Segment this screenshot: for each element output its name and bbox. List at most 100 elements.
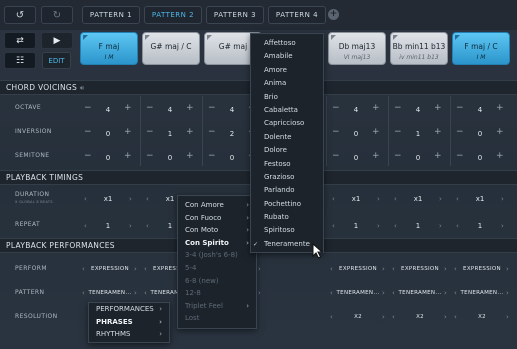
- decrement-button[interactable]: −: [456, 151, 464, 161]
- chord-card[interactable]: G# maj / C: [142, 32, 200, 65]
- menu-item[interactable]: Anima: [251, 77, 323, 90]
- decrement-button[interactable]: −: [84, 151, 92, 161]
- menu-item[interactable]: PERFORMANCES ›: [89, 303, 169, 316]
- menu-item[interactable]: Rubato: [251, 211, 323, 224]
- decrement-button[interactable]: −: [456, 127, 464, 137]
- next-chevron-icon[interactable]: ›: [439, 222, 442, 230]
- next-chevron-icon[interactable]: ›: [377, 195, 380, 203]
- increment-button[interactable]: +: [124, 151, 132, 161]
- previous-chevron-icon[interactable]: ‹: [84, 195, 87, 203]
- decrement-button[interactable]: −: [394, 127, 402, 137]
- decrement-button[interactable]: −: [332, 151, 340, 161]
- menu-item[interactable]: Amore: [251, 64, 323, 77]
- next-chevron-icon[interactable]: ›: [506, 265, 509, 273]
- add-pattern-button[interactable]: +: [328, 9, 339, 20]
- previous-chevron-icon[interactable]: ‹: [394, 195, 397, 203]
- menu-item[interactable]: Dolente: [251, 131, 323, 144]
- increment-button[interactable]: +: [124, 127, 132, 137]
- next-chevron-icon[interactable]: ›: [506, 289, 509, 297]
- next-chevron-icon[interactable]: ›: [444, 289, 447, 297]
- increment-button[interactable]: +: [496, 151, 504, 161]
- chord-card[interactable]: Db maj13 VI maj13: [328, 32, 386, 65]
- menu-item[interactable]: Parlando: [251, 184, 323, 197]
- next-chevron-icon[interactable]: ›: [382, 289, 385, 297]
- increment-button[interactable]: +: [372, 103, 380, 113]
- next-chevron-icon[interactable]: ›: [382, 265, 385, 273]
- previous-chevron-icon[interactable]: ‹: [454, 313, 457, 321]
- undo-button[interactable]: ↺: [4, 6, 36, 24]
- previous-chevron-icon[interactable]: ‹: [144, 265, 147, 273]
- increment-button[interactable]: +: [372, 127, 380, 137]
- increment-button[interactable]: +: [186, 127, 194, 137]
- grid-view-button[interactable]: ☷: [4, 52, 36, 69]
- previous-chevron-icon[interactable]: ‹: [392, 265, 395, 273]
- decrement-button[interactable]: −: [84, 103, 92, 113]
- next-chevron-icon[interactable]: ›: [382, 313, 385, 321]
- edit-button[interactable]: EDIT: [42, 52, 71, 69]
- previous-chevron-icon[interactable]: ‹: [454, 289, 457, 297]
- previous-chevron-icon[interactable]: ‹: [82, 289, 85, 297]
- menu-item[interactable]: Spiritoso: [251, 224, 323, 237]
- menu-item[interactable]: Pochettino: [251, 198, 323, 211]
- menu-item[interactable]: Affettoso: [251, 37, 323, 50]
- increment-button[interactable]: +: [372, 151, 380, 161]
- previous-chevron-icon[interactable]: ‹: [146, 195, 149, 203]
- previous-chevron-icon[interactable]: ‹: [392, 289, 395, 297]
- previous-chevron-icon[interactable]: ‹: [332, 222, 335, 230]
- decrement-button[interactable]: −: [146, 103, 154, 113]
- previous-chevron-icon[interactable]: ‹: [454, 265, 457, 273]
- chord-card[interactable]: Bb min11 b13 iv min11 b13: [390, 32, 448, 65]
- increment-button[interactable]: +: [434, 127, 442, 137]
- decrement-button[interactable]: −: [208, 103, 216, 113]
- menu-item[interactable]: Festoso: [251, 158, 323, 171]
- next-chevron-icon[interactable]: ›: [501, 195, 504, 203]
- next-chevron-icon[interactable]: ›: [129, 195, 132, 203]
- menu-item[interactable]: Con Spirito ›: [178, 237, 256, 250]
- increment-button[interactable]: +: [124, 103, 132, 113]
- tab-pattern-4[interactable]: PATTERN 4: [268, 6, 326, 24]
- menu-item[interactable]: PHRASES ›: [89, 316, 169, 329]
- next-chevron-icon[interactable]: ›: [258, 289, 261, 297]
- decrement-button[interactable]: −: [84, 127, 92, 137]
- menu-item[interactable]: Brio: [251, 91, 323, 104]
- increment-button[interactable]: +: [186, 103, 194, 113]
- increment-button[interactable]: +: [496, 103, 504, 113]
- menu-item[interactable]: Capriccioso: [251, 117, 323, 130]
- loop-button[interactable]: ⇄: [4, 32, 36, 49]
- previous-chevron-icon[interactable]: ‹: [330, 289, 333, 297]
- previous-chevron-icon[interactable]: ‹: [84, 222, 87, 230]
- next-chevron-icon[interactable]: ›: [501, 222, 504, 230]
- next-chevron-icon[interactable]: ›: [377, 222, 380, 230]
- play-button[interactable]: ▶: [41, 32, 73, 49]
- decrement-button[interactable]: −: [146, 151, 154, 161]
- previous-chevron-icon[interactable]: ‹: [456, 222, 459, 230]
- menu-item[interactable]: Amabile: [251, 50, 323, 63]
- next-chevron-icon[interactable]: ›: [134, 289, 137, 297]
- redo-button[interactable]: ↻: [41, 6, 73, 24]
- increment-button[interactable]: +: [434, 151, 442, 161]
- increment-button[interactable]: +: [434, 103, 442, 113]
- menu-item[interactable]: Con Amore ›: [178, 199, 256, 212]
- previous-chevron-icon[interactable]: ‹: [146, 222, 149, 230]
- previous-chevron-icon[interactable]: ‹: [332, 195, 335, 203]
- next-chevron-icon[interactable]: ›: [134, 265, 137, 273]
- decrement-button[interactable]: −: [208, 151, 216, 161]
- menu-item[interactable]: Con Moto ›: [178, 224, 256, 237]
- previous-chevron-icon[interactable]: ‹: [330, 265, 333, 273]
- previous-chevron-icon[interactable]: ‹: [144, 289, 147, 297]
- tab-pattern-3[interactable]: PATTERN 3: [206, 6, 264, 24]
- previous-chevron-icon[interactable]: ‹: [394, 222, 397, 230]
- decrement-button[interactable]: −: [394, 151, 402, 161]
- next-chevron-icon[interactable]: ›: [444, 313, 447, 321]
- next-chevron-icon[interactable]: ›: [439, 195, 442, 203]
- chord-card[interactable]: F maj / C I M: [452, 32, 510, 65]
- decrement-button[interactable]: −: [146, 127, 154, 137]
- menu-item[interactable]: RHYTHMS ›: [89, 328, 169, 341]
- previous-chevron-icon[interactable]: ‹: [392, 313, 395, 321]
- next-chevron-icon[interactable]: ›: [258, 265, 261, 273]
- menu-item[interactable]: Grazioso: [251, 171, 323, 184]
- chord-card[interactable]: F maj I M: [80, 32, 138, 65]
- next-chevron-icon[interactable]: ›: [506, 313, 509, 321]
- decrement-button[interactable]: −: [332, 103, 340, 113]
- next-chevron-icon[interactable]: ›: [444, 265, 447, 273]
